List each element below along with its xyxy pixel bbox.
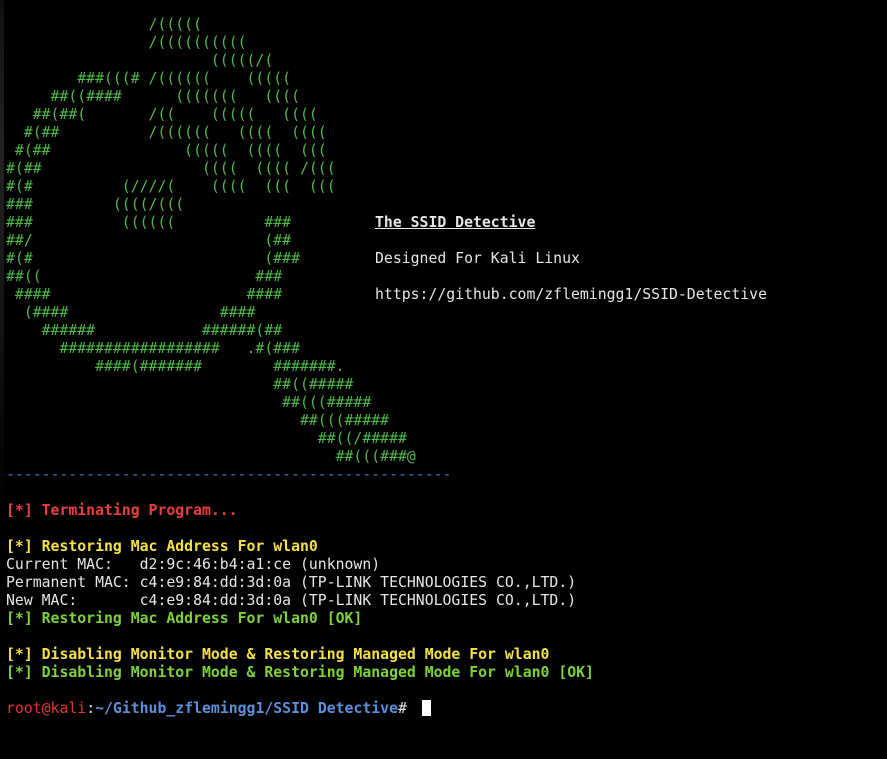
banner-subtitle: Designed For Kali Linux <box>375 250 580 267</box>
permanent-mac-line: Permanent MAC: c4:e9:84:dd:3d:0a (TP-LIN… <box>6 574 577 591</box>
banner-url: https://github.com/zflemingg1/SSID-Detec… <box>375 286 767 303</box>
disabling-monitor-message: [*] Disabling Monitor Mode & Restoring M… <box>6 646 550 663</box>
banner-title: The SSID Detective <box>375 214 536 231</box>
restoring-mac-message: [*] Restoring Mac Address For wlan0 <box>6 538 318 555</box>
terminal-window[interactable]: /((((( /(((((((((( (((((/( ###(((# /((((… <box>0 0 887 759</box>
prompt-user-host: root@kali <box>6 700 87 717</box>
disabling-monitor-ok-message: [*] Disabling Monitor Mode & Restoring M… <box>6 664 594 681</box>
restoring-mac-ok-message: [*] Restoring Mac Address For wlan0 [OK] <box>6 610 363 627</box>
current-mac-line: Current MAC: d2:9c:46:b4:a1:ce (unknown) <box>6 556 381 573</box>
prompt-symbol: # <box>398 700 416 717</box>
banner-info: The SSID Detective Designed For Kali Lin… <box>375 214 767 322</box>
terminating-message: [*] Terminating Program... <box>6 502 238 519</box>
text-cursor[interactable] <box>421 700 431 716</box>
banner: /((((( /(((((((((( (((((/( ###(((# /((((… <box>0 16 887 466</box>
separator-line: ----------------------------------------… <box>6 466 452 483</box>
prompt-colon: : <box>86 700 96 717</box>
prompt-path: ~/Github_zflemingg1/SSID Detective <box>95 700 398 717</box>
shell-prompt-line[interactable]: root@kali:~/Github_zflemingg1/SSID Detec… <box>0 700 887 718</box>
new-mac-line: New MAC: c4:e9:84:dd:3d:0a (TP-LINK TECH… <box>6 592 577 609</box>
